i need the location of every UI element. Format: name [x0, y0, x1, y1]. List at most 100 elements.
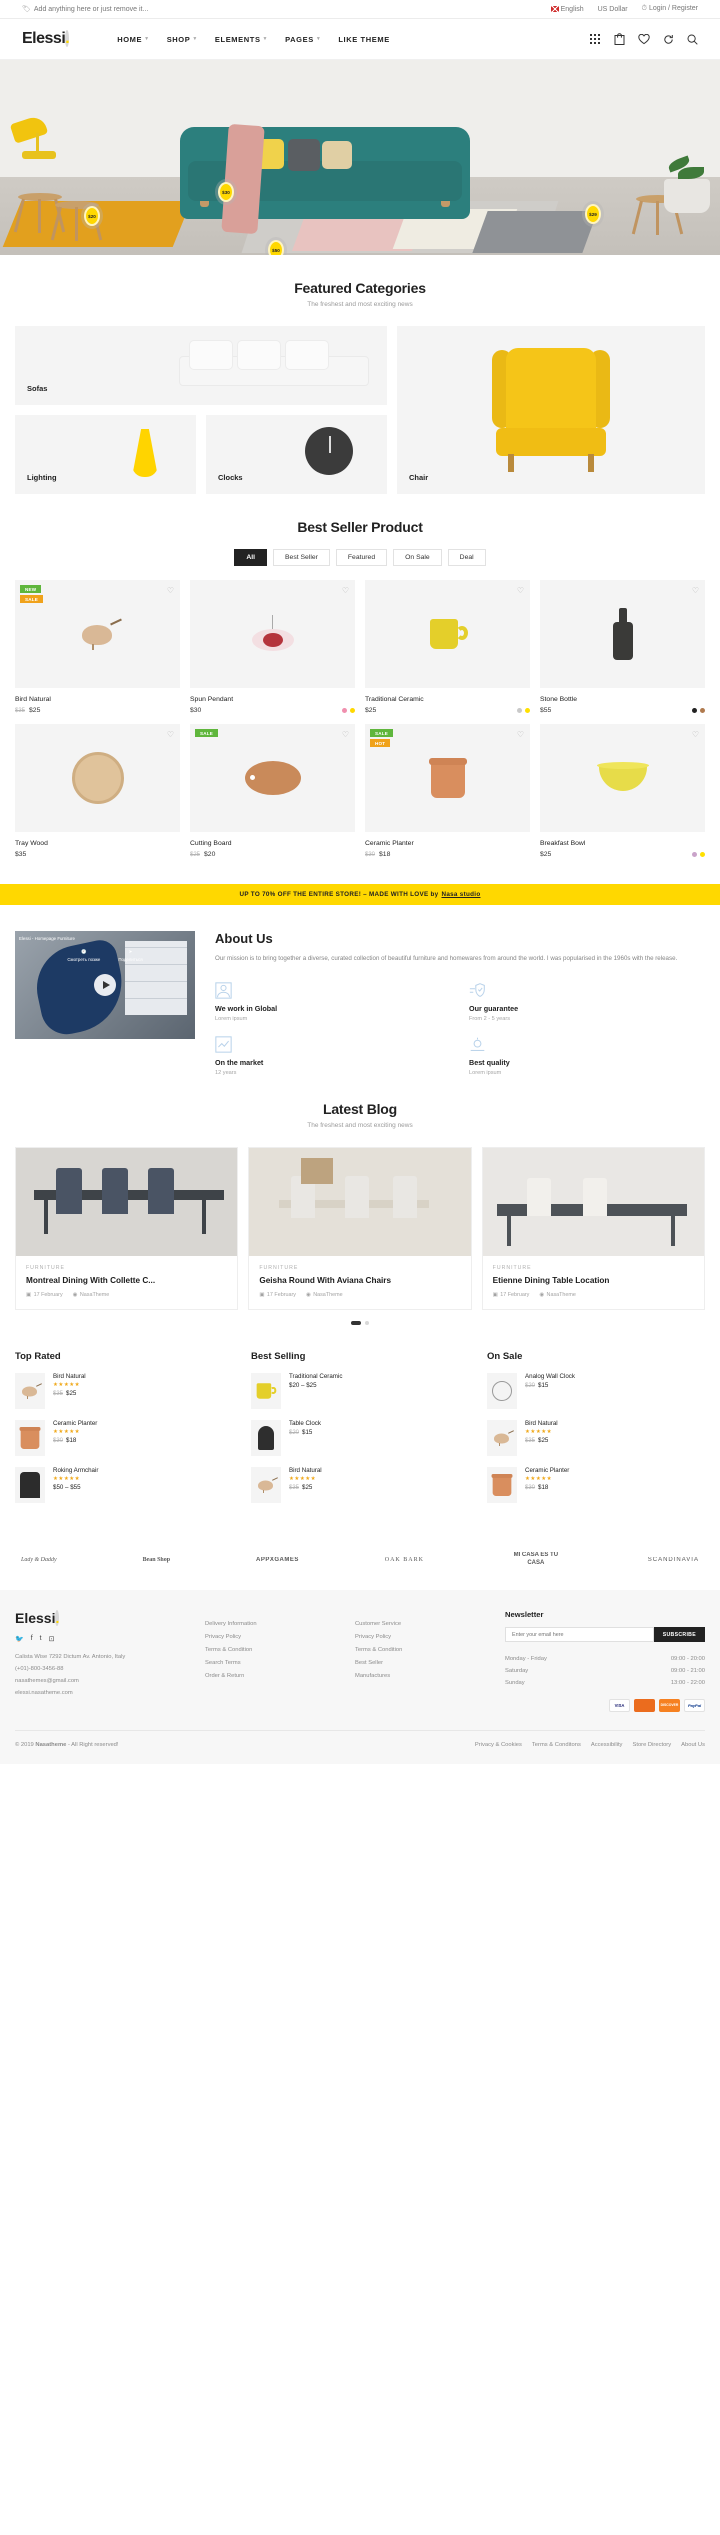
wishlist-icon[interactable]: ♡	[167, 730, 174, 739]
search-icon[interactable]	[687, 34, 698, 45]
footer-link[interactable]: Best Seller	[355, 1657, 491, 1670]
brand-logo[interactable]: Bean Shop	[143, 1557, 171, 1563]
product-thumbnail[interactable]: ♡	[540, 580, 705, 688]
list-item[interactable]: Bird Natural ★★★★★ $35 $25	[251, 1467, 469, 1504]
product-card[interactable]: ♡ Traditional Ceramic $25	[365, 580, 530, 714]
product-name[interactable]: Cutting Board	[190, 840, 355, 847]
product-name[interactable]: Ceramic Planter	[525, 1467, 569, 1474]
tab-featured[interactable]: Featured	[335, 549, 388, 566]
newsletter-subscribe-button[interactable]: SUBSCRIBE	[653, 1627, 705, 1643]
tab-all[interactable]: All	[234, 549, 268, 566]
newsletter-email-input[interactable]	[505, 1627, 654, 1643]
blog-category[interactable]: FURNITURE	[493, 1265, 694, 1271]
blog-card[interactable]: FURNITURE Geisha Round With Aviana Chair…	[248, 1147, 472, 1311]
category-card-chair[interactable]: Chair	[397, 326, 705, 494]
product-card[interactable]: ♡ Spun Pendant $30	[190, 580, 355, 714]
product-thumbnail[interactable]: ♡	[190, 580, 355, 688]
list-item[interactable]: Ceramic Planter ★★★★★ $30 $18	[487, 1467, 705, 1504]
product-name[interactable]: Bird Natural	[525, 1420, 558, 1427]
heart-icon[interactable]	[638, 33, 650, 45]
twitter-icon[interactable]: 🐦	[15, 1635, 24, 1643]
account-link[interactable]: ⏱ Login / Register	[642, 5, 698, 13]
product-thumbnail[interactable]: NEW SALE ♡	[15, 580, 180, 688]
nav-item-like-theme[interactable]: LIKE THEME	[338, 35, 389, 44]
share-button[interactable]: ➤ Поделиться	[118, 949, 142, 962]
brand-logo[interactable]: Lady & Daddy	[21, 1557, 57, 1563]
footer-bottom-link[interactable]: Store Directory	[632, 1742, 671, 1748]
footer-link[interactable]: Terms & Condition	[205, 1644, 341, 1657]
list-item[interactable]: Analog Wall Clock $20 $15	[487, 1373, 705, 1410]
carousel-dot[interactable]	[365, 1321, 369, 1326]
product-name[interactable]: Traditional Ceramic	[365, 696, 530, 703]
blog-category[interactable]: FURNITURE	[259, 1265, 460, 1271]
hero-price-tag[interactable]: $30	[218, 182, 234, 202]
footer-site[interactable]: elessi.nasatheme.com	[15, 1688, 191, 1700]
blog-category[interactable]: FURNITURE	[26, 1265, 227, 1271]
product-name[interactable]: Roking Armchair	[53, 1467, 98, 1474]
hero-banner[interactable]: $20 $30 $50 $29	[0, 60, 720, 255]
product-name[interactable]: Ceramic Planter	[53, 1420, 97, 1427]
about-video[interactable]: Elessi - Homepage Furniture 🕐 Смотреть по…	[15, 931, 195, 1039]
blog-card[interactable]: FURNITURE Montreal Dining With Collette …	[15, 1147, 239, 1311]
wishlist-icon[interactable]: ♡	[342, 586, 349, 595]
product-thumbnail[interactable]: SALE HOT ♡	[365, 724, 530, 832]
product-card[interactable]: NEW SALE ♡ Bird Natural $35 $25	[15, 580, 180, 714]
footer-link[interactable]: Privacy Policy	[355, 1631, 491, 1644]
product-card[interactable]: ♡ Breakfast Bowl $25	[540, 724, 705, 858]
wishlist-icon[interactable]: ♡	[517, 586, 524, 595]
grid-icon[interactable]	[590, 33, 601, 45]
instagram-icon[interactable]: ⊡	[49, 1635, 55, 1643]
color-swatches[interactable]	[517, 708, 530, 713]
bag-icon[interactable]	[614, 33, 625, 45]
category-card-clocks[interactable]: Clocks	[206, 415, 387, 494]
product-name[interactable]: Traditional Ceramic	[289, 1373, 342, 1380]
category-card-lighting[interactable]: Lighting	[15, 415, 196, 494]
language-selector[interactable]: English	[550, 5, 584, 13]
product-thumbnail[interactable]: SALE ♡	[190, 724, 355, 832]
play-button[interactable]	[94, 974, 116, 996]
hero-price-tag[interactable]: $29	[585, 204, 601, 224]
footer-phone[interactable]: (+01)-800-3456-88	[15, 1664, 191, 1676]
list-item[interactable]: Ceramic Planter ★★★★★ $30 $18	[15, 1420, 233, 1457]
product-name[interactable]: Breakfast Bowl	[540, 840, 705, 847]
facebook-icon[interactable]: f	[31, 1635, 33, 1643]
wishlist-icon[interactable]: ♡	[692, 586, 699, 595]
list-item[interactable]: Bird Natural ★★★★★ $35 $25	[487, 1420, 705, 1457]
blog-post-title[interactable]: Geisha Round With Aviana Chairs	[259, 1276, 460, 1285]
nav-item-pages[interactable]: PAGES ▼	[285, 35, 321, 44]
product-name[interactable]: Tray Wood	[15, 840, 180, 847]
product-name[interactable]: Ceramic Planter	[365, 840, 530, 847]
product-name[interactable]: Table Clock	[289, 1420, 321, 1427]
product-thumbnail[interactable]: ♡	[365, 580, 530, 688]
product-name[interactable]: Spun Pendant	[190, 696, 355, 703]
footer-bottom-link[interactable]: Terms & Conditons	[532, 1742, 581, 1748]
tumblr-icon[interactable]: t	[40, 1635, 42, 1643]
list-item[interactable]: Roking Armchair ★★★★★ $50 – $55	[15, 1467, 233, 1504]
list-item[interactable]: Table Clock $20 $15	[251, 1420, 469, 1457]
refresh-icon[interactable]	[663, 34, 674, 45]
product-name[interactable]: Bird Natural	[53, 1373, 86, 1380]
footer-bottom-link[interactable]: About Us	[681, 1742, 705, 1748]
nav-item-shop[interactable]: SHOP ▼	[167, 35, 198, 44]
brand-logo[interactable]: MI CASA ES TU CASA	[510, 1552, 562, 1568]
product-name[interactable]: Bird Natural	[15, 696, 180, 703]
nav-item-home[interactable]: HOME ▼	[117, 35, 149, 44]
footer-bottom-link[interactable]: Privacy & Cookies	[475, 1742, 522, 1748]
color-swatches[interactable]	[692, 852, 705, 857]
product-card[interactable]: SALE ♡ Cutting Board $25 $20	[190, 724, 355, 858]
product-thumbnail[interactable]: ♡	[15, 724, 180, 832]
color-swatches[interactable]	[342, 708, 355, 713]
wishlist-icon[interactable]: ♡	[517, 730, 524, 739]
wishlist-icon[interactable]: ♡	[167, 586, 174, 595]
footer-link[interactable]: Search Terms	[205, 1657, 341, 1670]
list-item[interactable]: Traditional Ceramic $20 – $25	[251, 1373, 469, 1410]
product-card[interactable]: ♡ Tray Wood $35	[15, 724, 180, 858]
footer-logo[interactable]: Elessi.	[15, 1610, 191, 1627]
hero-price-tag[interactable]: $50	[268, 240, 284, 255]
promo-banner[interactable]: UP TO 70% OFF THE ENTIRE STORE! – MADE W…	[0, 884, 720, 905]
nav-item-elements[interactable]: ELEMENTS ▼	[215, 35, 268, 44]
footer-bottom-link[interactable]: Accessibility	[591, 1742, 623, 1748]
watch-later-button[interactable]: 🕐 Смотреть позже	[67, 949, 100, 962]
tab-deal[interactable]: Deal	[447, 549, 486, 566]
blog-post-title[interactable]: Montreal Dining With Collette C...	[26, 1276, 227, 1285]
